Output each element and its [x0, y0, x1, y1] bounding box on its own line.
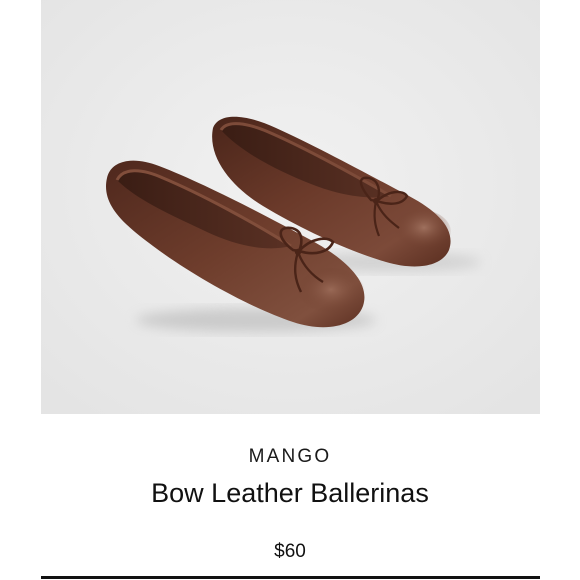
- product-price: $60: [274, 541, 306, 562]
- product-title[interactable]: Bow Leather Ballerinas: [0, 478, 580, 509]
- divider: [41, 576, 540, 579]
- product-card[interactable]: MANGO Bow Leather Ballerinas $60: [0, 0, 580, 580]
- ballerina-shoes-illustration: [41, 0, 540, 414]
- product-image[interactable]: [41, 0, 540, 414]
- brand-name: MANGO: [248, 446, 332, 467]
